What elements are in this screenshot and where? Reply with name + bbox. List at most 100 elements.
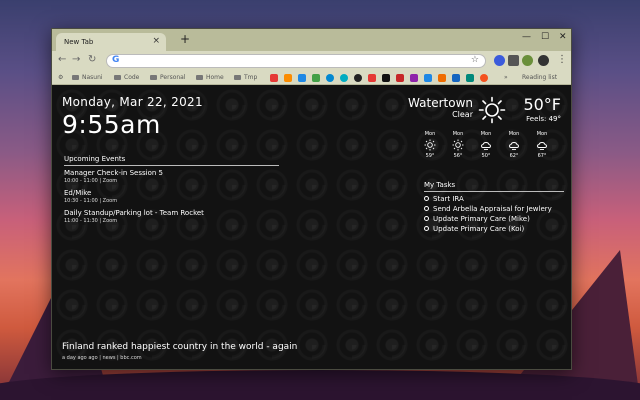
extension-square-icon[interactable] xyxy=(508,55,519,66)
more-bookmarks-icon[interactable]: » xyxy=(504,74,508,81)
title-bar: New Tab × + — ☐ ✕ xyxy=(52,29,571,51)
forecast-temp: 50° xyxy=(481,153,491,159)
task-item[interactable]: Start IRA xyxy=(424,195,564,203)
sun-icon xyxy=(452,139,464,151)
tab-title: New Tab xyxy=(64,38,94,46)
new-tab-page: Monday, Mar 22, 2021 9:55am Upcoming Eve… xyxy=(52,85,571,369)
task-checkbox[interactable] xyxy=(424,216,429,221)
forecast-temp: 67° xyxy=(537,153,547,159)
forecast-day: Mon 56° xyxy=(445,131,471,159)
task-item[interactable]: Update Primary Care (Mike) xyxy=(424,215,564,223)
folder-icon xyxy=(114,75,121,80)
weather-widget: Watertown Clear 50°F Feels: 49° Mon 59° … xyxy=(408,95,561,170)
event-time: 11:00 - 11:30 | Zoom xyxy=(64,218,118,224)
task-checkbox[interactable] xyxy=(424,206,429,211)
folder-icon xyxy=(150,75,157,80)
extension-puzzle-icon[interactable] xyxy=(522,55,533,66)
bookmark-site-icon[interactable] xyxy=(452,74,460,82)
time-display: 9:55am xyxy=(62,110,161,139)
task-checkbox[interactable] xyxy=(424,196,429,201)
forecast-temp: 56° xyxy=(453,153,463,159)
minimize-button[interactable]: — xyxy=(522,32,531,42)
forecast-temp: 59° xyxy=(425,153,435,159)
new-tab-button[interactable]: + xyxy=(180,32,190,46)
back-arrow-icon[interactable]: ← xyxy=(58,54,66,65)
forecast-temp: 62° xyxy=(509,153,519,159)
apps-icon[interactable]: ⚙ xyxy=(58,74,63,81)
weather-city: Watertown xyxy=(408,96,473,110)
bookmark-folder-personal[interactable]: Personal xyxy=(150,74,186,81)
bookmark-folder-tmp[interactable]: Tmp xyxy=(234,74,257,81)
event-title: Ed/Mike xyxy=(64,189,92,197)
extension-shield-icon[interactable] xyxy=(494,55,505,66)
bookmark-site-icon[interactable] xyxy=(298,74,306,82)
partly-cloudy-icon xyxy=(509,142,519,150)
forecast-day-label: Mon xyxy=(424,131,436,137)
google-icon: G xyxy=(112,55,120,65)
task-label: Update Primary Care (Mike) xyxy=(433,215,530,223)
bookmark-folder-home[interactable]: Home xyxy=(196,74,224,81)
forecast-day-label: Mon xyxy=(480,131,492,137)
task-checkbox[interactable] xyxy=(424,226,429,231)
forecast-day-label: Mon xyxy=(452,131,464,137)
reload-icon[interactable]: ↻ xyxy=(88,54,96,65)
address-bar[interactable]: G ☆ xyxy=(106,54,486,68)
weather-feels-like: Feels: 49° xyxy=(526,115,561,123)
partly-cloudy-icon xyxy=(481,142,491,150)
bookmark-site-icon[interactable] xyxy=(326,74,334,82)
forecast-day: Mon 62° xyxy=(501,131,527,159)
bookmark-site-icon[interactable] xyxy=(340,74,348,82)
task-label: Update Primary Care (Koi) xyxy=(433,225,525,233)
date-display: Monday, Mar 22, 2021 xyxy=(62,95,203,109)
news-meta: a day ago ago | news | bbc.com xyxy=(62,355,142,361)
bookmark-star-icon[interactable]: ☆ xyxy=(471,55,479,65)
event-item[interactable]: Manager Check-in Session 5 10:00 - 11:00… xyxy=(64,169,279,184)
bookmark-site-icon[interactable] xyxy=(396,74,404,82)
forecast-day: Mon 59° xyxy=(417,131,443,159)
bookmark-folder-code[interactable]: Code xyxy=(114,74,139,81)
bookmark-site-icon[interactable] xyxy=(438,74,446,82)
event-title: Daily Standup/Parking lot - Team Rocket xyxy=(64,209,204,217)
event-time: 10:30 - 11:00 | Zoom xyxy=(64,198,118,204)
bookmark-site-icon[interactable] xyxy=(354,74,362,82)
bookmark-site-icon[interactable] xyxy=(312,74,320,82)
folder-icon xyxy=(196,75,203,80)
event-time: 10:00 - 11:00 | Zoom xyxy=(64,178,118,184)
maximize-button[interactable]: ☐ xyxy=(541,32,549,42)
events-title: Upcoming Events xyxy=(64,155,279,166)
youtube-icon[interactable] xyxy=(368,74,376,82)
tasks-title: My Tasks xyxy=(424,181,564,192)
folder-icon xyxy=(72,75,79,80)
bookmark-site-icon[interactable] xyxy=(480,74,488,82)
bookmark-site-icon[interactable] xyxy=(410,74,418,82)
bookmark-site-icon[interactable] xyxy=(284,74,292,82)
forecast-day: Mon 67° xyxy=(529,131,555,159)
event-title: Manager Check-in Session 5 xyxy=(64,169,163,177)
news-headline[interactable]: Finland ranked happiest country in the w… xyxy=(62,342,297,352)
bookmark-folder-nasuni[interactable]: Nasuni xyxy=(72,74,103,81)
forecast-day: Mon 50° xyxy=(473,131,499,159)
event-item[interactable]: Ed/Mike 10:30 - 11:00 | Zoom xyxy=(64,189,279,204)
bookmark-site-icon[interactable] xyxy=(466,74,474,82)
bookmark-site-icon[interactable] xyxy=(424,74,432,82)
task-item[interactable]: Update Primary Care (Koi) xyxy=(424,225,564,233)
reading-list-button[interactable]: Reading list xyxy=(522,74,557,81)
bookmarks-bar: ⚙ Nasuni Code Personal Home Tmp » Readin… xyxy=(52,71,571,85)
weather-condition: Clear xyxy=(452,110,473,119)
task-label: Start IRA xyxy=(433,195,464,203)
profile-avatar[interactable] xyxy=(538,55,549,66)
news-widget: Finland ranked happiest country in the w… xyxy=(62,342,297,361)
forward-arrow-icon[interactable]: → xyxy=(72,54,80,65)
wallpaper-hill xyxy=(0,370,640,400)
tab-close-icon[interactable]: × xyxy=(152,36,160,46)
tab-new-tab[interactable]: New Tab × xyxy=(56,33,166,51)
weather-temperature: 50°F xyxy=(523,95,561,114)
bookmark-site-icon[interactable] xyxy=(382,74,390,82)
close-window-button[interactable]: ✕ xyxy=(559,32,567,42)
browser-window: New Tab × + — ☐ ✕ ← → ↻ G ☆ ⋮ ⚙ Nasuni C… xyxy=(51,28,572,370)
task-label: Send Arbella Appraisal for Jewlery xyxy=(433,205,552,213)
task-item[interactable]: Send Arbella Appraisal for Jewlery xyxy=(424,205,564,213)
menu-dots-icon[interactable]: ⋮ xyxy=(557,54,567,65)
bookmark-site-icon[interactable] xyxy=(270,74,278,82)
event-item[interactable]: Daily Standup/Parking lot - Team Rocket … xyxy=(64,209,279,224)
